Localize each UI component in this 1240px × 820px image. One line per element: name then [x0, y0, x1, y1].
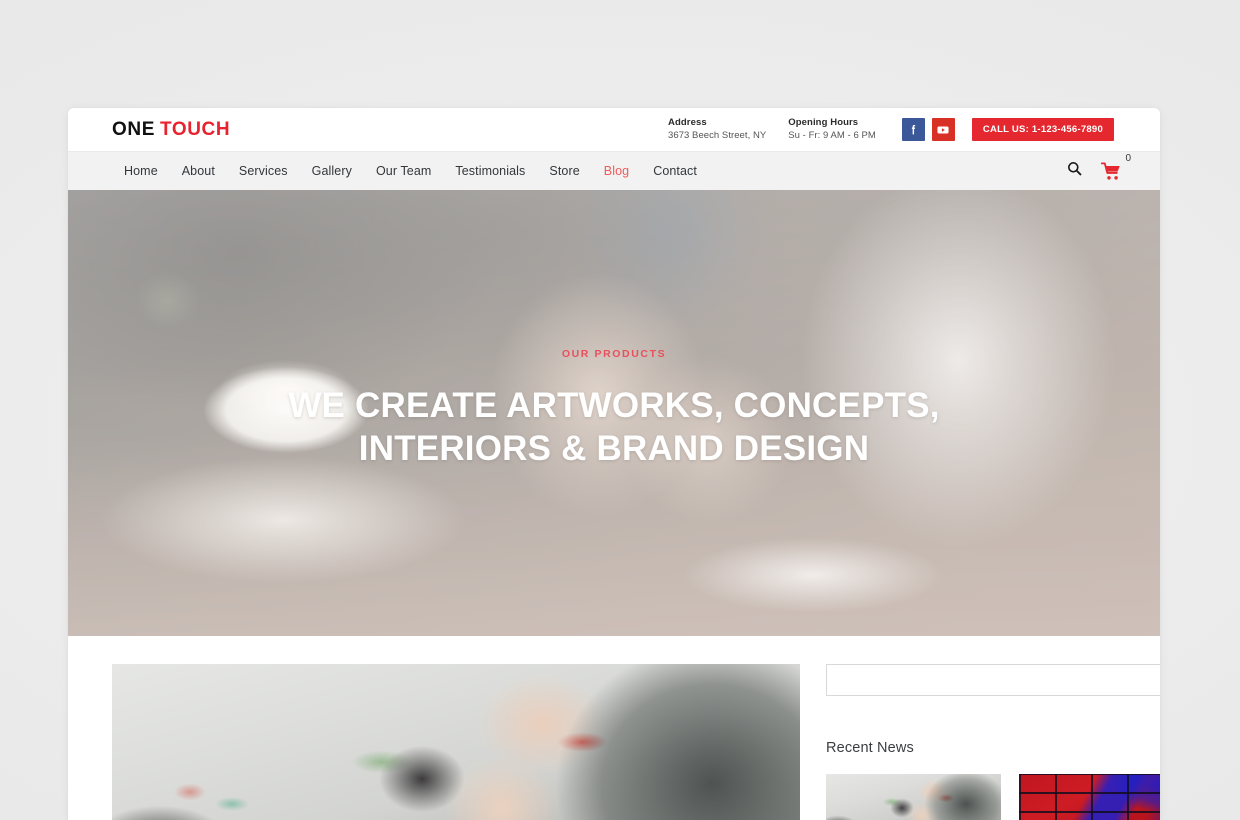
search-input[interactable] [827, 665, 1160, 695]
website-viewport: ONE TOUCH Address 3673 Beech Street, NY O… [68, 108, 1160, 820]
hero-title-line-1: WE CREATE ARTWORKS, CONCEPTS, [288, 385, 940, 425]
main-navigation: Home About Services Gallery Our Team Tes… [68, 151, 1160, 190]
hero-banner: OUR PRODUCTS WE CREATE ARTWORKS, CONCEPT… [68, 190, 1160, 636]
nav-item-about[interactable]: About [170, 164, 227, 178]
recent-news-heading: Recent News [826, 740, 914, 756]
sidebar: Recent News [826, 664, 1160, 820]
nav-link-list: Home About Services Gallery Our Team Tes… [112, 164, 709, 178]
recent-news-thumbnail[interactable] [1019, 774, 1160, 820]
cart-icon [1101, 161, 1120, 180]
opening-hours-value: Su - Fr: 9 AM - 6 PM [788, 129, 876, 141]
post-column [112, 664, 800, 820]
nav-item-gallery[interactable]: Gallery [300, 164, 364, 178]
facebook-icon[interactable] [901, 118, 925, 141]
site-logo[interactable]: ONE TOUCH [112, 119, 230, 141]
nav-item-store[interactable]: Store [537, 164, 591, 178]
hero-title: WE CREATE ARTWORKS, CONCEPTS, INTERIORS … [288, 384, 939, 471]
logo-text-touch: TOUCH [159, 119, 231, 140]
top-bar: ONE TOUCH Address 3673 Beech Street, NY O… [68, 108, 1160, 151]
cart-button[interactable]: 0 [1101, 153, 1131, 181]
address-block: Address 3673 Beech Street, NY [668, 117, 766, 142]
sidebar-search [826, 664, 1160, 696]
page-background: ONE TOUCH Address 3673 Beech Street, NY O… [0, 0, 1240, 820]
recent-news-thumbnail[interactable] [826, 774, 1001, 820]
logo-text-one: ONE [112, 119, 155, 140]
nav-item-blog[interactable]: Blog [592, 164, 641, 178]
nav-item-testimonials[interactable]: Testimonials [443, 164, 537, 178]
nav-utilities: 0 [1066, 153, 1131, 182]
nav-item-our-team[interactable]: Our Team [364, 164, 443, 178]
nav-item-contact[interactable]: Contact [641, 164, 709, 178]
featured-post-image[interactable] [112, 664, 800, 820]
opening-hours-block: Opening Hours Su - Fr: 9 AM - 6 PM [788, 117, 876, 142]
page-content: Recent News [68, 636, 1160, 820]
top-bar-right: Address 3673 Beech Street, NY Opening Ho… [668, 108, 1114, 151]
recent-news-thumbnails [826, 774, 1160, 820]
address-label: Address [668, 116, 707, 128]
opening-hours-label: Opening Hours [788, 116, 859, 128]
hero-content: OUR PRODUCTS WE CREATE ARTWORKS, CONCEPT… [68, 190, 1160, 636]
search-icon[interactable] [1066, 160, 1083, 182]
call-us-button[interactable]: CALL US: 1-123-456-7890 [971, 117, 1114, 142]
address-value: 3673 Beech Street, NY [668, 129, 767, 141]
youtube-icon[interactable] [931, 118, 955, 141]
cart-count-badge: 0 [1125, 152, 1131, 164]
nav-item-services[interactable]: Services [227, 164, 300, 178]
hero-eyebrow: OUR PRODUCTS [561, 347, 667, 360]
hero-title-line-2: INTERIORS & BRAND DESIGN [358, 429, 870, 468]
nav-item-home[interactable]: Home [112, 164, 170, 178]
